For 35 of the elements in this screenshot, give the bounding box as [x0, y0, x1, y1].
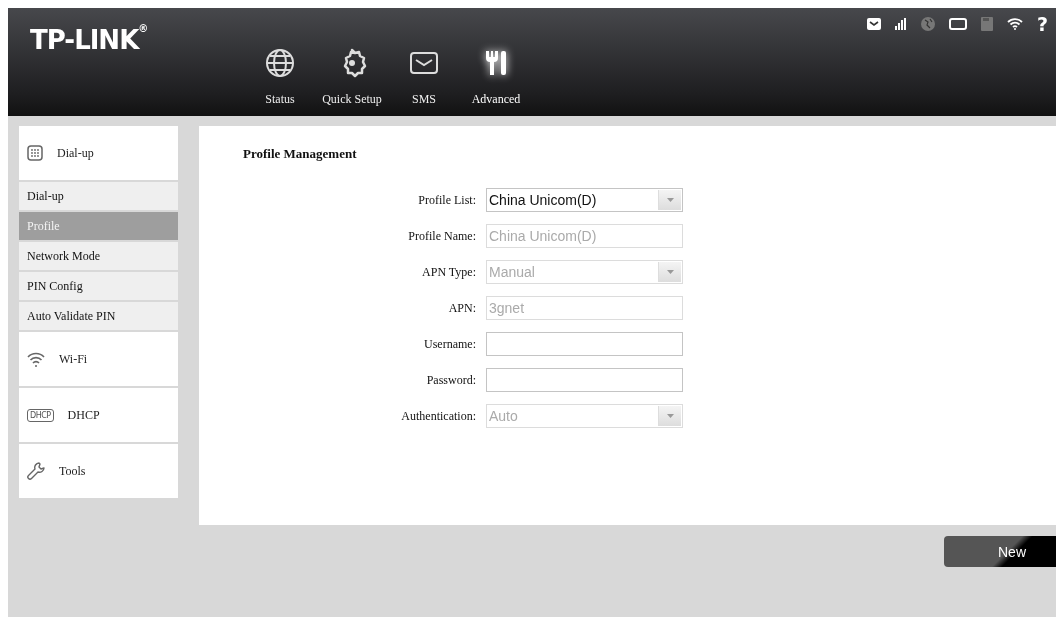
sidebar-section[interactable]: Wi-Fi — [19, 332, 178, 386]
dhcp-icon: DHCP — [27, 408, 54, 422]
nav-tab[interactable]: SMS — [388, 48, 460, 107]
input-field[interactable] — [486, 332, 683, 356]
wifi-icon — [27, 351, 45, 367]
field-label: Password: — [425, 372, 476, 388]
sidebar-item[interactable]: Network Mode — [19, 242, 178, 270]
sidebar-item[interactable]: Dial-up — [19, 182, 178, 210]
globe-icon — [265, 48, 295, 78]
keypad-icon — [27, 145, 43, 161]
caret-icon — [666, 198, 674, 202]
sidebar-section[interactable]: Dial-up — [19, 126, 178, 180]
nav-tab[interactable]: Quick Setup — [316, 48, 388, 107]
message-icon[interactable] — [866, 18, 881, 30]
help-icon[interactable]: ? — [1036, 14, 1048, 34]
sidebar-section[interactable]: Tools — [19, 444, 178, 498]
dropdown-field[interactable]: China Unicom(D) — [486, 188, 683, 212]
sidebar-item[interactable]: Auto Validate PIN — [19, 302, 178, 330]
caret-icon — [666, 270, 674, 274]
sidebar-item[interactable]: PIN Config — [19, 272, 178, 300]
field-label: Profile List: — [417, 192, 476, 208]
field-label: APN Type: — [421, 264, 476, 280]
nav-tab[interactable]: Advanced — [460, 48, 532, 107]
field-label: Username: — [423, 336, 476, 352]
new-button[interactable]: New — [944, 536, 1056, 567]
section-title: Profile Management — [243, 146, 358, 162]
input-field[interactable] — [486, 368, 683, 392]
nav-tab[interactable]: Status — [244, 48, 316, 107]
field-label: Profile Name: — [407, 228, 476, 244]
caret-icon — [666, 414, 674, 418]
logo: TP-LINK$^{®}$ — [29, 22, 149, 57]
sidebar-section[interactable]: DHCP DHCP — [19, 388, 178, 442]
wrench-icon — [27, 462, 45, 480]
field-label: APN: — [447, 300, 476, 316]
field-label: Authentication: — [400, 408, 476, 424]
